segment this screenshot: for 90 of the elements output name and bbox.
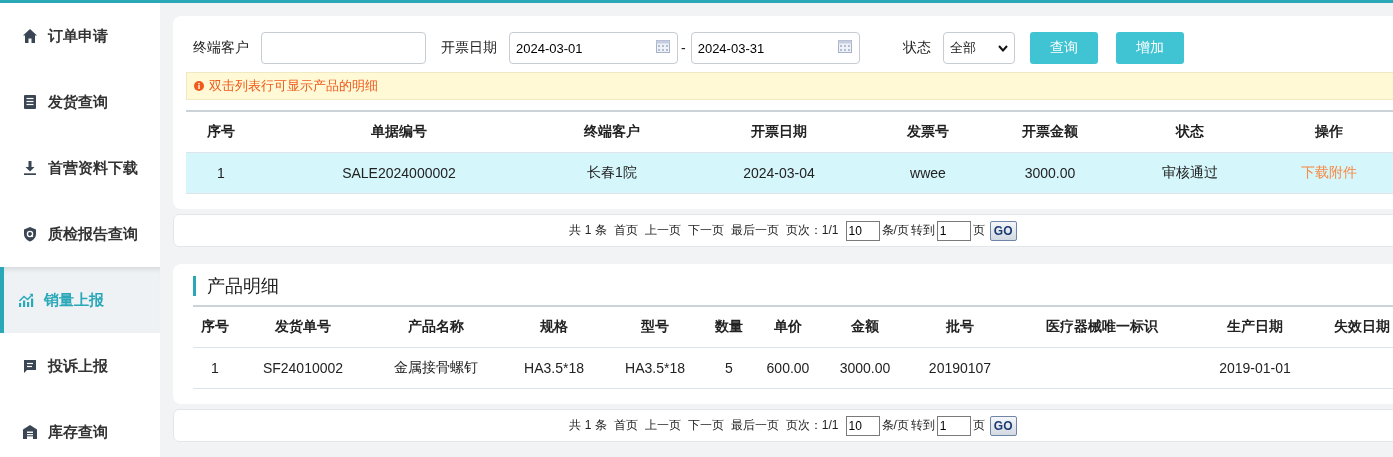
date-field[interactable]: 2024-03-31 (690, 32, 860, 64)
sidebar-item[interactable]: 质检报告查询 (0, 201, 160, 267)
column-header: 发票号 (907, 123, 949, 141)
sidebar-item[interactable]: 库存查询 (0, 399, 160, 457)
page-link[interactable]: 最后一页 (730, 417, 779, 434)
chat-icon (22, 358, 38, 374)
calendar-icon[interactable] (837, 40, 852, 53)
field-label: 终端客户 (193, 39, 249, 57)
goto-label: 转到 (910, 417, 935, 434)
record-count: 共 1 条 (569, 222, 607, 239)
page-label: 页 (972, 417, 985, 434)
status-select[interactable]: 全部 (942, 32, 1015, 64)
page-link[interactable]: 首页 (613, 417, 638, 434)
column-header: 序号 (207, 123, 235, 141)
section-title: 产品明细 (193, 276, 1393, 296)
chart-icon (18, 292, 34, 308)
column-header: 产品名称 (408, 318, 464, 336)
page-link[interactable]: 下一页 (687, 222, 724, 239)
date-field[interactable]: 2024-03-01 (509, 32, 678, 64)
column-header: 序号 (201, 318, 229, 336)
table-cell: 1 (217, 165, 225, 181)
column-header: 终端客户 (584, 123, 640, 141)
column-header: 发货单号 (275, 318, 331, 336)
per-page-label: 条/页 (881, 222, 909, 239)
sidebar-item[interactable]: 投诉上报 (0, 333, 160, 399)
table-cell: SALE2024000002 (342, 165, 456, 181)
goto-label: 转到 (910, 222, 935, 239)
per-page-label: 条/页 (881, 417, 909, 434)
column-header: 型号 (641, 318, 669, 336)
page-number-field[interactable]: 1 (936, 415, 971, 436)
page-number-field[interactable]: 1 (936, 220, 971, 241)
column-header: 失效日期 (1334, 318, 1390, 336)
table-cell: 2019-01-01 (1219, 360, 1291, 376)
column-header: 规格 (540, 318, 568, 336)
table-cell: 1 (211, 360, 219, 376)
notice-text: 双击列表行可显示产品的明细 (209, 77, 378, 95)
column-header: 单据编号 (371, 123, 427, 141)
document-icon (22, 94, 38, 110)
table-cell: 600.00 (766, 360, 810, 376)
page-link[interactable]: 上一页 (644, 417, 681, 434)
column-header: 数量 (715, 318, 743, 336)
page-link[interactable]: 首页 (613, 222, 638, 239)
sidebar-item[interactable]: 首营资料下载 (0, 135, 160, 201)
field-label: 开票日期 (441, 39, 497, 57)
table-cell: 3000.00 (1024, 165, 1076, 181)
download-icon (22, 160, 38, 176)
table-cell: 长春1院 (587, 164, 637, 182)
page-size-field[interactable]: 10 (845, 220, 880, 241)
shield-icon (22, 226, 38, 242)
column-header: 操作 (1315, 123, 1343, 141)
date-separator: - (681, 40, 686, 56)
page-link[interactable]: 下一页 (687, 417, 724, 434)
table-cell: 5 (725, 360, 733, 376)
table-cell: SF24010002 (262, 360, 344, 376)
customer-field[interactable] (261, 32, 426, 64)
table-row[interactable]: 1 SF24010002 金属接骨螺钉 HA3.5*18 HA3.5*18 5 600.00 3000.00 20190107 2019-01-01 (193, 348, 1393, 389)
table-cell: 2024-03-04 (743, 165, 815, 181)
column-header: 开票金额 (1022, 123, 1078, 141)
page-info: 页次：1/1 (785, 222, 839, 239)
home-icon (22, 28, 38, 44)
column-header: 状态 (1176, 123, 1204, 141)
page-link[interactable]: 最后一页 (730, 222, 779, 239)
page-size-field[interactable]: 10 (845, 415, 880, 436)
table-cell: 金属接骨螺钉 (394, 359, 478, 377)
chevron-down-icon (997, 44, 1008, 52)
go-button[interactable]: GO (989, 220, 1017, 241)
go-button[interactable]: GO (989, 415, 1017, 436)
table-cell: HA3.5*18 (524, 360, 584, 376)
table-cell: wwee (910, 165, 946, 181)
column-header: 单价 (774, 318, 802, 336)
page-info: 页次：1/1 (785, 417, 839, 434)
column-header: 开票日期 (751, 123, 807, 141)
column-header: 生产日期 (1227, 318, 1283, 336)
house-icon (22, 424, 38, 440)
record-count: 共 1 条 (569, 417, 607, 434)
field-label: 状态 (902, 39, 931, 57)
sidebar-item[interactable]: 订单申请 (0, 3, 160, 69)
column-header: 医疗器械唯一标识 (1046, 318, 1158, 336)
table-cell: 20190107 (928, 360, 992, 376)
page-label: 页 (972, 222, 985, 239)
table-cell: 3000.00 (839, 360, 891, 376)
table-cell: HA3.5*18 (625, 360, 685, 376)
info-icon (194, 81, 204, 91)
column-header: 金额 (851, 318, 879, 336)
column-header: 批号 (946, 318, 974, 336)
sidebar-item[interactable]: 发货查询 (0, 69, 160, 135)
table-cell: 审核通过 (1162, 164, 1218, 182)
calendar-icon[interactable] (656, 40, 670, 53)
page-link[interactable]: 上一页 (644, 222, 681, 239)
table-row[interactable]: 1 SALE2024000002 长春1院 2024-03-04 wwee 3000.00 审核通过 下载附件 (186, 153, 1393, 194)
